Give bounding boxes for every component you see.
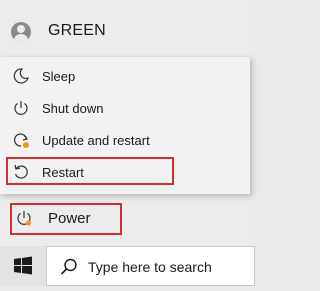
menu-item-restart[interactable]: Restart [0,157,250,187]
power-button-label: Power [48,210,91,227]
power-icon [14,101,28,115]
menu-item-update-and-restart[interactable]: Update and restart [0,125,250,155]
menu-item-label: Sleep [42,69,76,84]
menu-item-label: Restart [42,165,84,180]
power-icon [17,211,32,226]
restart-icon [14,164,28,179]
update-restart-icon [13,133,29,148]
moon-icon [13,68,29,84]
menu-item-shut-down[interactable]: Shut down [0,93,250,123]
start-menu-panel: GREEN Sleep Shut down Update and restart [0,0,255,246]
start-button[interactable] [0,246,46,286]
taskbar: Type here to search [0,246,255,286]
user-account-row[interactable]: GREEN [0,10,255,52]
search-icon [60,258,77,275]
search-placeholder: Type here to search [88,259,212,275]
user-name: GREEN [48,22,106,39]
menu-item-sleep[interactable]: Sleep [0,61,250,91]
menu-item-label: Update and restart [42,133,150,148]
menu-item-label: Shut down [42,101,104,116]
user-avatar-icon [11,22,31,42]
power-button[interactable]: Power [0,198,255,238]
power-options-menu: Sleep Shut down Update and restart Resta… [0,57,250,194]
taskbar-search-box[interactable]: Type here to search [46,246,255,286]
windows-logo-icon [14,256,32,275]
